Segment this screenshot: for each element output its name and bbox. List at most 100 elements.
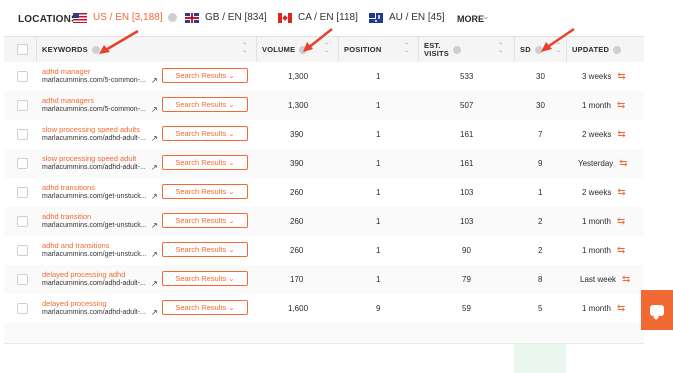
- search-results-button[interactable]: Search Results ⌄: [162, 242, 248, 257]
- visits-cell: 90: [462, 246, 471, 255]
- updated-cell: 1 month ⇆: [582, 236, 625, 265]
- header-sd-label: SD: [520, 45, 531, 54]
- visits-cell: 103: [460, 217, 474, 226]
- ca-flag-icon: [278, 12, 292, 23]
- refresh-icon[interactable]: ⇆: [617, 129, 625, 140]
- updated-text: 1 month: [582, 246, 611, 255]
- sd-cell: 7: [538, 130, 543, 139]
- table-row: slow processing speed adults marlacummin…: [4, 120, 644, 150]
- external-link-icon[interactable]: ↗: [151, 308, 158, 317]
- help-icon[interactable]: [168, 13, 178, 22]
- keyword-link[interactable]: adhd manager: [42, 67, 90, 76]
- row-checkbox[interactable]: [17, 303, 28, 314]
- row-checkbox[interactable]: [17, 245, 28, 256]
- row-checkbox[interactable]: [17, 216, 28, 227]
- annotation-arrow-volume: [303, 28, 333, 52]
- header-keywords[interactable]: KEYWORDS: [42, 37, 100, 62]
- volume-cell: 1,600: [288, 304, 309, 313]
- table-row-partial: [4, 323, 644, 344]
- location-au[interactable]: AU / EN [45]: [369, 12, 445, 23]
- ranking-url: marlacummins.com/get-unstuck...: [42, 251, 147, 258]
- refresh-icon[interactable]: ⇆: [622, 274, 630, 285]
- external-link-icon[interactable]: ↗: [151, 134, 158, 143]
- external-link-icon[interactable]: ↗: [151, 192, 158, 201]
- location-us[interactable]: US / EN [3,188]: [73, 12, 178, 23]
- search-results-button[interactable]: Search Results ⌄: [162, 300, 248, 315]
- locations-label: LOCATIONS: [18, 14, 78, 25]
- keyword-link[interactable]: adhd and transitions: [42, 241, 110, 250]
- row-checkbox[interactable]: [17, 100, 28, 111]
- select-all-cell[interactable]: [17, 37, 28, 62]
- keyword-link[interactable]: adhd transitions: [42, 183, 95, 192]
- sort-position-icon[interactable]: ⌃ ⌄: [404, 43, 409, 54]
- table-row: adhd managers marlacummins.com/5-common-…: [4, 91, 644, 121]
- external-link-icon[interactable]: ↗: [151, 221, 158, 230]
- header-position[interactable]: POSITION: [344, 37, 381, 62]
- keyword-link[interactable]: adhd managers: [42, 96, 94, 105]
- row-checkbox[interactable]: [17, 71, 28, 82]
- refresh-icon[interactable]: ⇆: [617, 245, 625, 256]
- us-flag-icon: [73, 12, 87, 23]
- annotation-arrow-sd: [541, 27, 575, 52]
- refresh-icon[interactable]: ⇆: [617, 303, 625, 314]
- keyword-link[interactable]: adhd transition: [42, 212, 91, 221]
- ranking-url: marlacummins.com/adhd-adult-...: [42, 164, 146, 171]
- search-results-button[interactable]: Search Results ⌄: [162, 213, 248, 228]
- search-results-button[interactable]: Search Results ⌄: [162, 68, 248, 83]
- location-us-label: US / EN [3,188]: [93, 12, 163, 23]
- location-gb[interactable]: GB / EN [834]: [185, 12, 267, 23]
- row-checkbox[interactable]: [17, 274, 28, 285]
- header-est-visits[interactable]: EST. VISITS: [424, 37, 461, 62]
- visits-cell: 103: [460, 188, 474, 197]
- position-cell: 1: [376, 246, 381, 255]
- help-icon[interactable]: [452, 45, 461, 54]
- row-checkbox[interactable]: [17, 187, 28, 198]
- external-link-icon[interactable]: ↗: [151, 163, 158, 172]
- search-results-button[interactable]: Search Results ⌄: [162, 97, 248, 112]
- table-row: delayed processing marlacummins.com/adhd…: [4, 294, 644, 324]
- sd-cell: 8: [538, 275, 543, 284]
- chevron-down-icon[interactable]: ⌄: [482, 11, 490, 22]
- row-checkbox[interactable]: [17, 129, 28, 140]
- visits-cell: 161: [460, 159, 474, 168]
- sort-visits-icon[interactable]: ⌃ ⌄: [498, 43, 503, 54]
- sort-keywords-icon[interactable]: ⌃ ⌄: [242, 43, 247, 54]
- select-all-checkbox[interactable]: [17, 44, 28, 55]
- volume-cell: 260: [290, 188, 304, 197]
- external-link-icon[interactable]: ↗: [151, 279, 158, 288]
- refresh-icon[interactable]: ⇆: [619, 158, 627, 169]
- table-row: slow processing speed adult marlacummins…: [4, 149, 644, 179]
- sd-cell: 2: [538, 246, 543, 255]
- search-results-button[interactable]: Search Results ⌄: [162, 271, 248, 286]
- keyword-link[interactable]: slow processing speed adults: [42, 125, 140, 134]
- updated-cell: 2 weeks ⇆: [582, 178, 626, 207]
- external-link-icon[interactable]: ↗: [151, 105, 158, 114]
- header-updated[interactable]: UPDATED: [572, 37, 622, 62]
- volume-cell: 390: [290, 130, 304, 139]
- updated-text: 2 weeks: [582, 130, 612, 139]
- keyword-link[interactable]: delayed processing adhd: [42, 270, 125, 279]
- search-results-button[interactable]: Search Results ⌄: [162, 155, 248, 170]
- search-results-button[interactable]: Search Results ⌄: [162, 184, 248, 199]
- keyword-link[interactable]: slow processing speed adult: [42, 154, 136, 163]
- chat-button[interactable]: [641, 290, 673, 330]
- refresh-icon[interactable]: ⇆: [617, 100, 625, 111]
- refresh-icon[interactable]: ⇆: [617, 71, 625, 82]
- volume-cell: 1,300: [288, 101, 309, 110]
- help-icon[interactable]: [613, 45, 622, 54]
- annotation-arrow-keywords: [99, 29, 139, 54]
- keyword-link[interactable]: delayed processing: [42, 299, 107, 308]
- ranking-url: marlacummins.com/get-unstuck...: [42, 222, 147, 229]
- more-locations-button[interactable]: MORE: [457, 14, 484, 24]
- external-link-icon[interactable]: ↗: [151, 76, 158, 85]
- location-ca-label: CA / EN [118]: [298, 12, 358, 23]
- external-link-icon[interactable]: ↗: [151, 250, 158, 259]
- updated-cell: 1 month ⇆: [582, 207, 625, 236]
- location-ca[interactable]: CA / EN [118]: [278, 12, 358, 23]
- refresh-icon[interactable]: ⇆: [617, 216, 625, 227]
- table-row: adhd transitions marlacummins.com/get-un…: [4, 178, 644, 208]
- refresh-icon[interactable]: ⇆: [617, 187, 625, 198]
- row-checkbox[interactable]: [17, 158, 28, 169]
- search-results-button[interactable]: Search Results ⌄: [162, 126, 248, 141]
- volume-cell: 390: [290, 159, 304, 168]
